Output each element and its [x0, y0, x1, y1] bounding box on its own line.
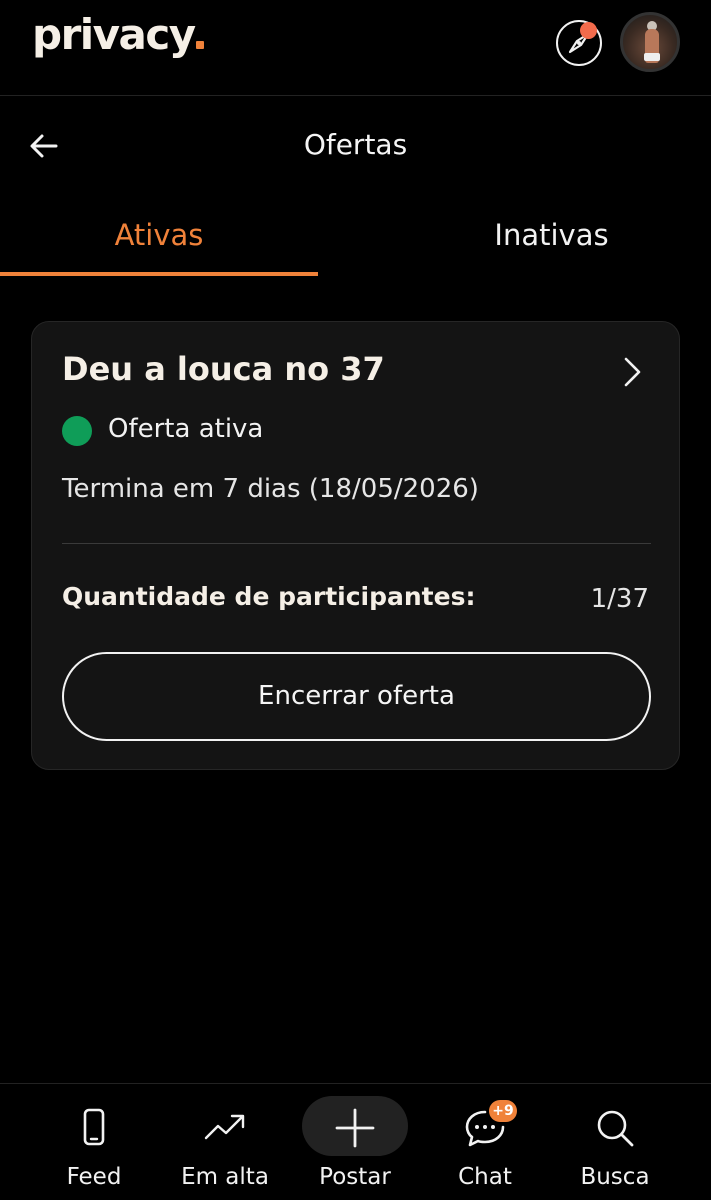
nav-feed-label: Feed — [66, 1164, 122, 1190]
logo-dot — [195, 41, 204, 49]
nav-postar[interactable]: Postar — [290, 1084, 420, 1200]
nav-chat[interactable]: Chat — [420, 1084, 550, 1200]
trending-up-icon — [204, 1114, 245, 1140]
nav-feed[interactable]: Feed — [29, 1084, 159, 1200]
nav-em-alta[interactable]: Em alta — [160, 1084, 290, 1200]
plus-icon — [335, 1108, 375, 1148]
nav-postar-label: Postar — [319, 1164, 391, 1190]
nav-busca-label: Busca — [580, 1164, 650, 1190]
offer-title: Deu a louca no 37 — [62, 350, 385, 388]
status-dot — [62, 416, 92, 446]
card-divider — [62, 543, 651, 544]
nav-em-alta-label: Em alta — [181, 1164, 269, 1190]
notification-dot — [580, 22, 597, 39]
page-title: Ofertas — [303, 128, 408, 161]
bottom-nav: Feed Em alta Postar Chat +9 Busca — [0, 1083, 711, 1200]
participants-label: Quantidade de participantes: — [62, 582, 476, 611]
nav-chat-label: Chat — [458, 1164, 512, 1190]
search-icon — [597, 1110, 634, 1147]
tab-inativas[interactable]: Inativas — [392, 218, 711, 276]
offer-status: Oferta ativa — [108, 414, 264, 444]
privacy-logo[interactable]: privacy — [32, 10, 204, 59]
end-offer-button[interactable]: Encerrar oferta — [62, 652, 651, 741]
participants-value: 1/37 — [590, 584, 649, 614]
app-root: privacy Ofertas Ativas Inativas Deu a lo… — [0, 0, 711, 1200]
chat-badge: +9 — [489, 1100, 517, 1122]
logo-text: privacy — [32, 10, 196, 59]
avatar-shorts — [644, 53, 660, 61]
phone-icon — [83, 1108, 105, 1146]
offer-card[interactable]: Deu a louca no 37 Oferta ativa Termina e… — [31, 321, 680, 770]
tab-ativas[interactable]: Ativas — [0, 218, 318, 276]
avatar[interactable] — [620, 12, 680, 72]
offer-end-date: Termina em 7 dias (18/05/2026) — [62, 474, 479, 504]
chevron-right-icon[interactable] — [620, 356, 644, 388]
top-bar: privacy — [0, 0, 711, 96]
nav-busca[interactable]: Busca — [550, 1084, 680, 1200]
